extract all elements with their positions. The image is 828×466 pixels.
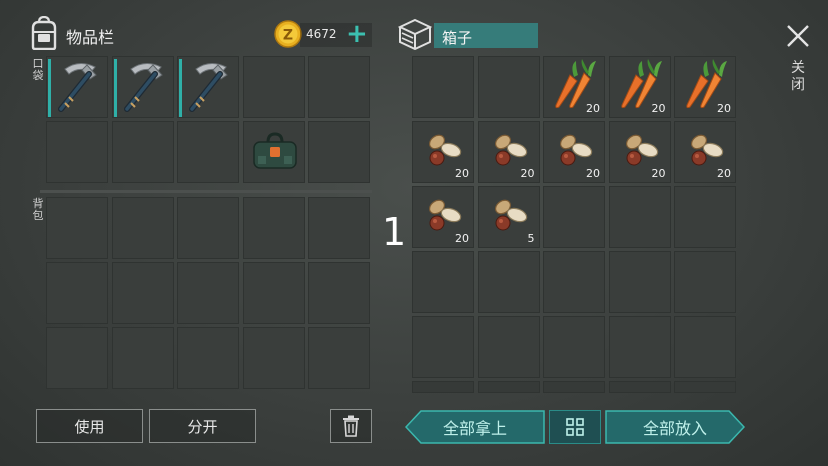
backpack-icon: [31, 16, 57, 50]
container-slot[interactable]: 20: [674, 121, 736, 183]
take-all-label: 全部拿上: [442, 419, 507, 438]
durability-bar: [179, 59, 182, 117]
container-slot[interactable]: [477, 251, 540, 313]
backpack-label: 背包: [32, 197, 44, 222]
backpack-slot[interactable]: [111, 327, 174, 389]
put-all-button[interactable]: 全部放入: [605, 410, 745, 444]
pocket-slot[interactable]: [308, 121, 370, 183]
container-slot[interactable]: [412, 56, 474, 118]
pocket-slot[interactable]: [308, 56, 370, 118]
container-slot[interactable]: 20: [412, 186, 474, 248]
container-slot[interactable]: [412, 381, 474, 393]
item-quantity: 20: [586, 167, 600, 180]
container-slot[interactable]: [543, 381, 605, 393]
backpack-slot[interactable]: [242, 197, 305, 259]
split-button[interactable]: 分开: [149, 409, 256, 443]
backpack-slot[interactable]: [46, 327, 108, 389]
container-slot[interactable]: [543, 316, 605, 378]
backpack-slot[interactable]: [308, 262, 370, 324]
backpack-slot[interactable]: [177, 262, 239, 324]
container-slot[interactable]: [608, 316, 671, 378]
durability-bar: [48, 59, 51, 117]
backpack-slot[interactable]: [308, 197, 370, 259]
pocket-slot[interactable]: [46, 121, 108, 183]
item-quantity: 5: [527, 232, 535, 245]
backpack-slot[interactable]: [308, 327, 370, 389]
container-slot[interactable]: 20: [412, 121, 474, 183]
container-slot[interactable]: [674, 316, 736, 378]
item-quantity: 20: [586, 102, 600, 115]
container-slot[interactable]: 20: [608, 121, 671, 183]
container-slot[interactable]: 5: [477, 186, 540, 248]
item-quantity: 20: [651, 102, 666, 115]
item-quantity: 20: [520, 167, 535, 180]
trash-icon: [343, 415, 359, 437]
item-quantity: 20: [651, 167, 666, 180]
backpack-icon: [244, 122, 306, 188]
backpack-slot[interactable]: [242, 327, 305, 389]
take-all-button[interactable]: 全部拿上: [405, 410, 545, 444]
inventory-title: 物品栏: [66, 28, 115, 47]
backpack-slot[interactable]: [242, 262, 305, 324]
close-icon[interactable]: [784, 22, 812, 50]
pocket-slot[interactable]: [177, 121, 239, 183]
svg-text:Z: Z: [283, 28, 293, 44]
backpack-slot[interactable]: [177, 197, 239, 259]
container-slot[interactable]: [412, 316, 474, 378]
durability-bar: [113, 59, 117, 117]
container-slot[interactable]: 20: [674, 56, 736, 118]
container-slot[interactable]: [477, 56, 540, 118]
item-quantity: 20: [455, 167, 469, 180]
crate-icon: [398, 18, 432, 50]
container-title: 箱子: [442, 29, 473, 47]
use-button[interactable]: 使用: [36, 409, 143, 443]
container-slot[interactable]: [412, 251, 474, 313]
trash-button[interactable]: [330, 409, 372, 443]
container-slot[interactable]: [543, 251, 605, 313]
item-quantity: 20: [717, 102, 731, 115]
pocket-slot[interactable]: [242, 121, 305, 183]
pocket-slot[interactable]: [111, 56, 174, 118]
container-slot[interactable]: 20: [477, 121, 540, 183]
container-slot[interactable]: 20: [543, 121, 605, 183]
backpack-slot[interactable]: [111, 262, 174, 324]
backpack-slot[interactable]: [177, 327, 239, 389]
pocket-slot[interactable]: [242, 56, 305, 118]
container-slot[interactable]: [477, 381, 540, 393]
grid-sort-button[interactable]: [549, 410, 601, 444]
container-slot[interactable]: [674, 251, 736, 313]
backpack-slot[interactable]: [111, 197, 174, 259]
container-slot[interactable]: [608, 251, 671, 313]
container-slot[interactable]: [608, 381, 671, 393]
close-label[interactable]: 关闭: [788, 60, 808, 94]
container-slot[interactable]: [674, 186, 736, 248]
put-all-label: 全部放入: [642, 419, 707, 438]
pocket-slot[interactable]: [111, 121, 174, 183]
plus-icon[interactable]: +: [346, 21, 368, 47]
container-page-number: 1: [382, 210, 407, 254]
pocket-label: 口袋: [32, 57, 44, 82]
pickaxe-icon: [178, 57, 240, 123]
backpack-slot[interactable]: [46, 262, 108, 324]
item-quantity: 20: [717, 167, 731, 180]
section-divider: [40, 190, 372, 193]
container-slot[interactable]: [477, 316, 540, 378]
grid-icon: [566, 418, 584, 436]
container-slot[interactable]: 20: [608, 56, 671, 118]
container-slot[interactable]: [608, 186, 671, 248]
container-slot[interactable]: [674, 381, 736, 393]
container-slot[interactable]: [543, 186, 605, 248]
pickaxe-icon: [113, 57, 175, 123]
pocket-slot[interactable]: [177, 56, 239, 118]
container-slot[interactable]: 20: [543, 56, 605, 118]
pocket-slot[interactable]: [46, 56, 108, 118]
coin-icon: Z: [274, 20, 302, 48]
item-quantity: 20: [455, 232, 469, 245]
coin-count: 4672: [306, 27, 337, 41]
backpack-slot[interactable]: [46, 197, 108, 259]
pickaxe-icon: [47, 57, 109, 123]
